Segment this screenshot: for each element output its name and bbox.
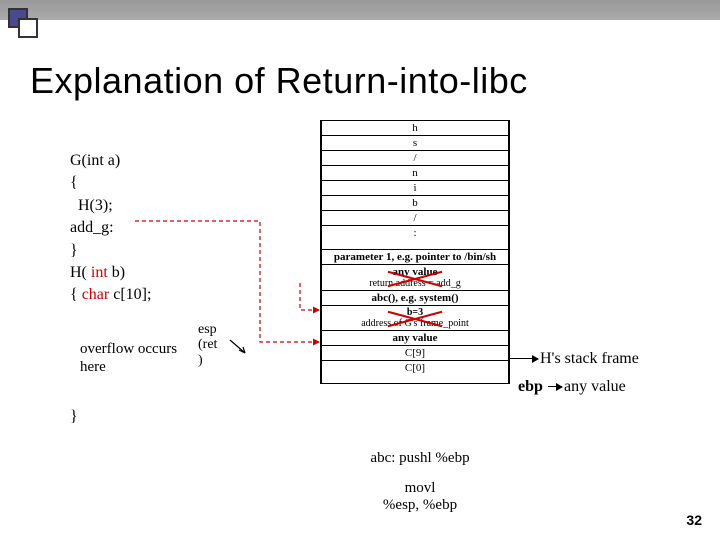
slide-top-bar xyxy=(0,0,720,20)
overflow-note: overflow occurs here xyxy=(80,340,177,376)
stack-cell: n xyxy=(322,165,508,180)
slide-title: Explanation of Return-into-libc xyxy=(30,60,528,102)
stack-cell: / xyxy=(322,210,508,225)
code-line: G(int a) xyxy=(70,150,151,172)
stack-cell: b xyxy=(322,195,508,210)
movl-label: movl %esp, %ebp xyxy=(350,480,490,513)
stack-cell: : xyxy=(322,225,508,249)
stack-diagram: h s / n i b / : parameter 1, e.g. pointe… xyxy=(320,120,510,384)
logo-squares xyxy=(8,8,36,33)
page-number: 32 xyxy=(686,512,702,528)
stack-cell: i xyxy=(322,180,508,195)
code-block: G(int a) { H(3); add_g: } H( int b) { ch… xyxy=(70,150,151,307)
code-line: { char c[10]; xyxy=(70,284,151,306)
stack-cell-anyvalue2: any value xyxy=(322,330,508,345)
code-line: H(3); xyxy=(70,195,151,217)
code-line: { xyxy=(70,172,151,194)
stack-cell-param: parameter 1, e.g. pointer to /bin/sh xyxy=(322,249,508,264)
code-line: } xyxy=(70,240,151,262)
stack-cell-abc: abc(), e.g. system() xyxy=(322,290,508,305)
stack-cell-c9: C[9] xyxy=(322,345,508,360)
stack-cell-anyvalue: any value return address = add_g xyxy=(322,264,508,290)
h-stack-frame-label: H's stack frame xyxy=(540,350,639,368)
closing-brace: } xyxy=(70,408,78,426)
stack-cell: h xyxy=(322,120,508,135)
stack-cell-c0: C[0] xyxy=(322,360,508,384)
arrow-icon xyxy=(510,358,538,359)
stack-cell: / xyxy=(322,150,508,165)
stack-cell-b3: b=3 address of G's frame_point xyxy=(322,305,508,330)
code-line: add_g: xyxy=(70,217,151,239)
code-line: H( int b) xyxy=(70,262,151,284)
abc-pushl-label: abc: pushl %ebp xyxy=(350,450,490,467)
arrow-icon xyxy=(548,386,562,387)
any-value-label: any value xyxy=(564,378,626,396)
stack-cell: s xyxy=(322,135,508,150)
ebp-label: ebp xyxy=(518,378,543,396)
esp-ret-label: esp (ret ) xyxy=(198,322,217,368)
